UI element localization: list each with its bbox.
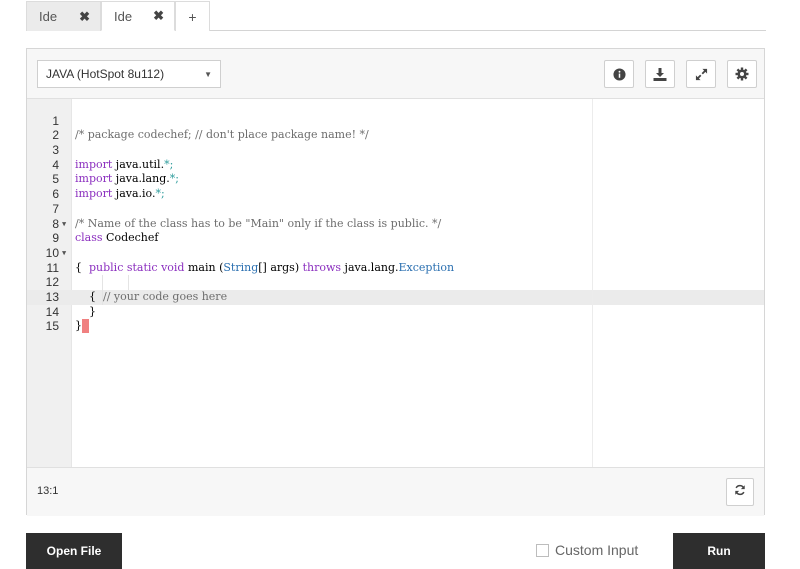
custom-input-toggle[interactable]: Custom Input bbox=[536, 542, 638, 558]
tab-ide-2[interactable]: Ide ✖ bbox=[101, 1, 175, 31]
info-button[interactable] bbox=[604, 60, 634, 88]
code-line: 6 bbox=[27, 172, 764, 201]
custom-input-label: Custom Input bbox=[555, 542, 639, 558]
tab-label: Ide bbox=[114, 8, 133, 24]
code-lines: 1 /* package codechef; // don't place pa… bbox=[27, 99, 764, 334]
fold-arrow-icon[interactable]: ▼ bbox=[62, 217, 66, 232]
code-line: 9 ▼ { bbox=[27, 217, 764, 274]
open-file-button[interactable]: Open File bbox=[26, 533, 122, 569]
tab-label: Ide bbox=[39, 9, 58, 24]
code-line: 7 /* Name of the class has to be "Main" … bbox=[27, 187, 764, 230]
run-button[interactable]: Run bbox=[673, 533, 765, 569]
fullscreen-button[interactable] bbox=[686, 60, 716, 88]
line-number: 15 bbox=[45, 319, 59, 334]
gear-icon bbox=[735, 67, 749, 81]
code-line: 4 import java.lang.*; bbox=[27, 143, 764, 186]
code-editor[interactable]: 1 /* package codechef; // don't place pa… bbox=[27, 99, 764, 468]
code-line: 10 public static void main (String[] arg… bbox=[27, 231, 764, 274]
tab-ide-1[interactable]: Ide ✖ bbox=[26, 1, 101, 31]
code-line: 8 class Codechef bbox=[27, 202, 764, 245]
code-line: 11 ▼ { bbox=[27, 246, 764, 303]
info-icon bbox=[612, 67, 626, 81]
editor-panel: JAVA (HotSpot 8u112) ▼ 1 /* package code… bbox=[26, 48, 765, 516]
code-line: 13 } bbox=[27, 275, 764, 318]
refresh-icon bbox=[734, 483, 746, 501]
close-icon[interactable]: ✖ bbox=[153, 8, 164, 24]
code-line: 12 // your code goes here bbox=[27, 261, 764, 303]
close-icon[interactable]: ✖ bbox=[79, 9, 90, 25]
language-select-value: JAVA (HotSpot 8u112) bbox=[46, 67, 165, 81]
tab-bar: Ide ✖ Ide ✖ + bbox=[26, 0, 766, 31]
editor-status-bar: 13:1 bbox=[27, 468, 764, 516]
download-icon bbox=[653, 67, 667, 81]
add-tab-button[interactable]: + bbox=[175, 1, 210, 31]
settings-button[interactable] bbox=[727, 60, 757, 88]
code-line: 2 bbox=[27, 114, 764, 142]
cursor-position: 13:1 bbox=[37, 485, 59, 497]
download-button[interactable] bbox=[645, 60, 675, 88]
custom-input-checkbox[interactable] bbox=[536, 543, 549, 557]
expand-icon bbox=[695, 68, 708, 81]
code-line: 14 } bbox=[27, 290, 764, 334]
code-line: 15 bbox=[27, 305, 764, 333]
refresh-button[interactable] bbox=[726, 478, 754, 506]
caret-down-icon: ▼ bbox=[204, 70, 212, 79]
code-line: 1 /* package codechef; // don't place pa… bbox=[27, 99, 764, 142]
fold-arrow-icon[interactable]: ▼ bbox=[62, 246, 66, 261]
code-line: 3 import java.util.*; bbox=[27, 128, 764, 171]
editor-toolbar: JAVA (HotSpot 8u112) ▼ bbox=[27, 49, 764, 99]
language-select[interactable]: JAVA (HotSpot 8u112) ▼ bbox=[37, 60, 221, 88]
text-cursor bbox=[82, 319, 89, 334]
code-line: 5 import java.io.*; bbox=[27, 158, 764, 200]
